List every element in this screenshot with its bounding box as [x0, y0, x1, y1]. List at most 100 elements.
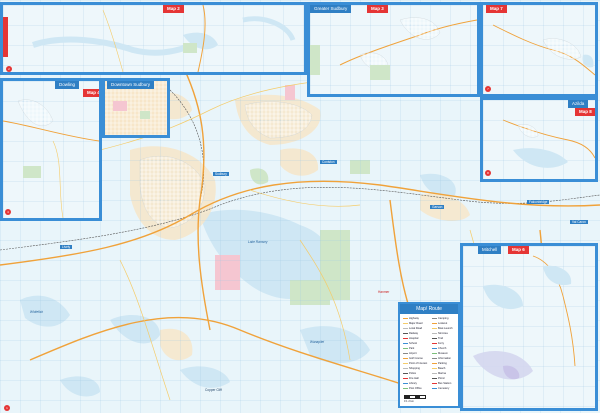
legend-swatch: [432, 327, 437, 330]
legend-item: Lookout: [432, 322, 447, 325]
legend-item: Park: [403, 347, 414, 350]
legend-item-label: Cemetery: [438, 387, 450, 390]
map-number-badge: 1: [4, 405, 10, 411]
legend-swatch: [403, 327, 408, 330]
inset-tab: Map 4: [83, 89, 99, 97]
place-label: Hanmer: [378, 290, 390, 294]
legend-swatch: [432, 387, 437, 390]
legend-swatch: [403, 357, 408, 360]
legend-swatch: [403, 347, 408, 350]
legend-item: Beach: [432, 367, 445, 370]
legend-item: Shopping: [403, 367, 420, 370]
map-number-badge: 2: [6, 66, 12, 72]
legend-item: Post Office: [403, 387, 422, 390]
legend-swatch: [403, 322, 408, 325]
inset-tab: Map 8: [575, 108, 595, 116]
legend-item-label: Church: [438, 347, 447, 350]
legend-item: Parking: [432, 362, 447, 365]
legend-swatch: [432, 382, 437, 385]
legend-item-label: Marina: [438, 372, 446, 375]
inset-map-7[interactable]: Map 7 7: [480, 2, 598, 97]
legend-item: Airport: [403, 352, 417, 355]
legend-item-label: School: [409, 342, 417, 345]
legend-item-label: Museum: [438, 352, 448, 355]
legend-item-label: Parking: [438, 362, 447, 365]
legend-item-label: Airport: [409, 352, 417, 355]
legend-swatch: [432, 347, 437, 350]
map-sheet: Sudbury Coniston Lively Garson Falconbri…: [0, 0, 600, 413]
legend-item: Hospital: [403, 337, 418, 340]
legend-swatch: [403, 317, 408, 320]
map-number-badge: 7: [485, 86, 491, 92]
legend-item-label: Information: [438, 357, 451, 360]
place-label: Copper Cliff: [205, 388, 222, 392]
inset-title: Azilda: [568, 100, 589, 108]
legend-swatch: [403, 387, 408, 390]
inset-tab: Map 3: [367, 5, 388, 13]
legend-swatch: [403, 367, 408, 370]
legend-item: Picnic: [432, 377, 445, 380]
legend-item-label: Beach: [438, 367, 446, 370]
legend-item-label: Police: [409, 372, 417, 375]
inset-tab: Map 2: [163, 5, 184, 13]
legend-item: Golf Course: [403, 357, 423, 360]
place-label: Falconbridge: [527, 200, 550, 204]
legend-item-label: Lookout: [438, 322, 448, 325]
legend-swatch: [432, 352, 437, 355]
scale-bar: [404, 395, 426, 399]
legend-item-label: Ferry: [438, 342, 445, 345]
inset-tab: Map 6: [508, 246, 529, 254]
place-label: Val Caron: [570, 220, 588, 224]
legend-item: Fire Hall: [403, 377, 419, 380]
legend-item-label: Highway: [409, 317, 419, 320]
legend-swatch: [432, 372, 437, 375]
lake-label: Whitefish: [30, 310, 44, 314]
legend-item-label: Boat Launch: [438, 327, 453, 330]
legend-item: Church: [432, 347, 446, 350]
legend-item: School: [403, 342, 417, 345]
inset-title: Dowling: [55, 81, 80, 89]
inset-title: Downtown Sudbury: [107, 81, 155, 89]
legend-item-label: Golf Course: [409, 357, 423, 360]
legend-swatch: [403, 372, 408, 375]
legend-item-label: Shopping: [409, 367, 420, 370]
legend-item-label: Picnic: [438, 377, 445, 380]
legend-item-label: Library: [409, 382, 417, 385]
inset-map-4[interactable]: Dowling Map 4 4: [0, 78, 102, 221]
legend-item-label: Point of Interest: [409, 362, 428, 365]
legend-swatch: [403, 382, 408, 385]
inset-title: Greater Sudbury: [310, 5, 352, 13]
legend-swatch: [403, 342, 408, 345]
inset-title: Mitchell: [478, 246, 502, 254]
legend-swatch: [432, 342, 437, 345]
legend-item: Cemetery: [432, 387, 449, 390]
legend-item: Boat Launch: [432, 327, 453, 330]
legend-item-label: Fire Hall: [409, 377, 419, 380]
legend-title: Map/ Route: [400, 304, 458, 314]
inset-downtown[interactable]: Downtown Sudbury: [102, 78, 170, 138]
legend-swatch: [403, 337, 408, 340]
legend-item: Ski Area: [432, 332, 448, 335]
legend-item: Trail: [432, 337, 443, 340]
inset-map-6[interactable]: Mitchell Map 6: [460, 243, 598, 411]
legend-item-label: Park: [409, 347, 415, 350]
legend-item: Highway: [403, 317, 419, 320]
place-label: Lively: [60, 245, 73, 249]
place-label: Coniston: [320, 160, 337, 164]
brand-strip: [3, 17, 8, 57]
inset-map-3[interactable]: Greater Sudbury Map 3: [307, 2, 480, 97]
legend-swatch: [403, 377, 408, 380]
legend-item-label: Major Road: [409, 322, 423, 325]
scale-label: 0 1 2 km: [404, 400, 414, 403]
legend-item-label: Bus Station: [438, 382, 452, 385]
inset-map-8[interactable]: Azilda Map 8 8: [480, 97, 598, 182]
legend-item: Railway: [403, 332, 418, 335]
legend-swatch: [403, 362, 408, 365]
place-label: Garson: [430, 205, 445, 209]
legend-item: Local Road: [403, 327, 422, 330]
legend-swatch: [432, 367, 437, 370]
legend-item-label: Railway: [409, 332, 419, 335]
map-number-badge: 4: [5, 209, 11, 215]
inset-map-2[interactable]: Map 2 2: [0, 2, 307, 75]
legend-swatch: [432, 337, 437, 340]
